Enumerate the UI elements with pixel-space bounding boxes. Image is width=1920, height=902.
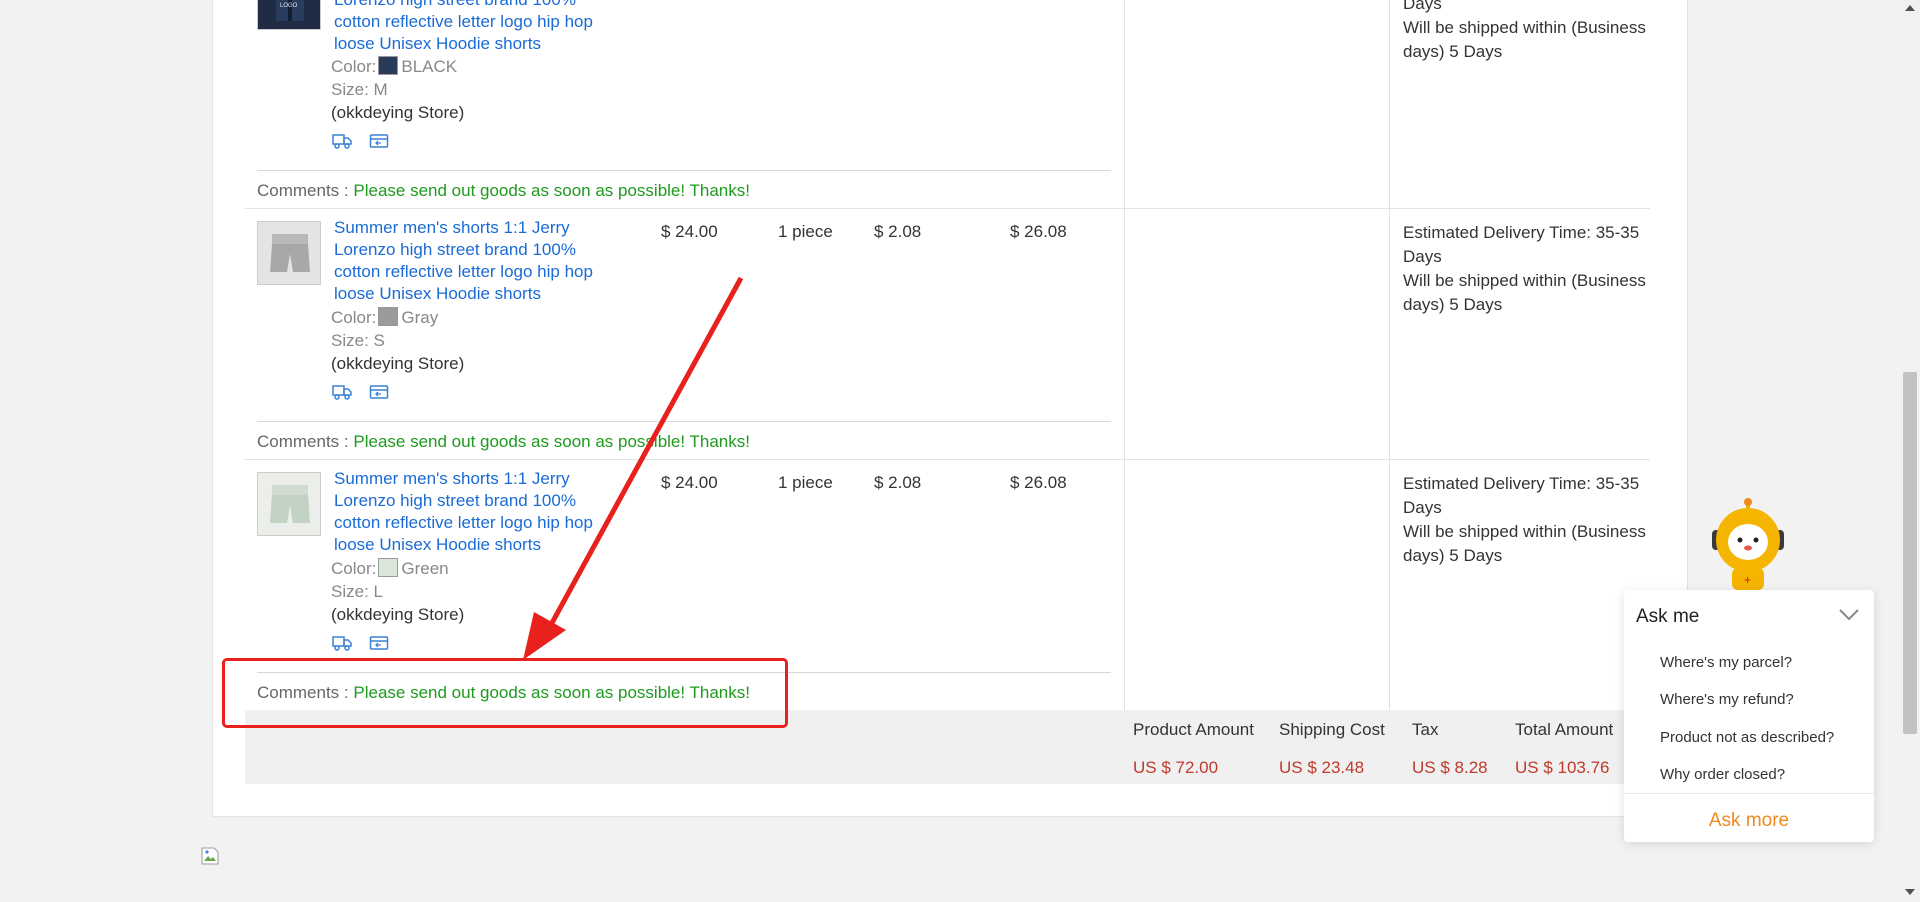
faq-item-parcel[interactable]: Where's my parcel? (1660, 654, 1792, 671)
scroll-down-icon[interactable] (1904, 888, 1916, 896)
scrollbar-thumb[interactable] (1903, 372, 1917, 734)
ask-me-widget: Ask me Where's my parcel? Where's my ref… (1624, 590, 1874, 842)
annotation-highlight-box (222, 658, 788, 728)
ask-me-title: Ask me (1636, 606, 1700, 627)
faq-item-order-closed[interactable]: Why order closed? (1660, 766, 1785, 783)
assistant-mascot-icon[interactable]: + (1706, 498, 1790, 595)
faq-item-not-as-described[interactable]: Product not as described? (1660, 729, 1834, 746)
ask-more-button[interactable]: Ask more (1624, 810, 1874, 832)
divider (1624, 793, 1874, 794)
chevron-down-icon[interactable] (1838, 608, 1860, 622)
faq-item-refund[interactable]: Where's my refund? (1660, 691, 1794, 708)
scroll-up-icon[interactable] (1904, 4, 1916, 12)
svg-text:+: + (1744, 573, 1751, 587)
